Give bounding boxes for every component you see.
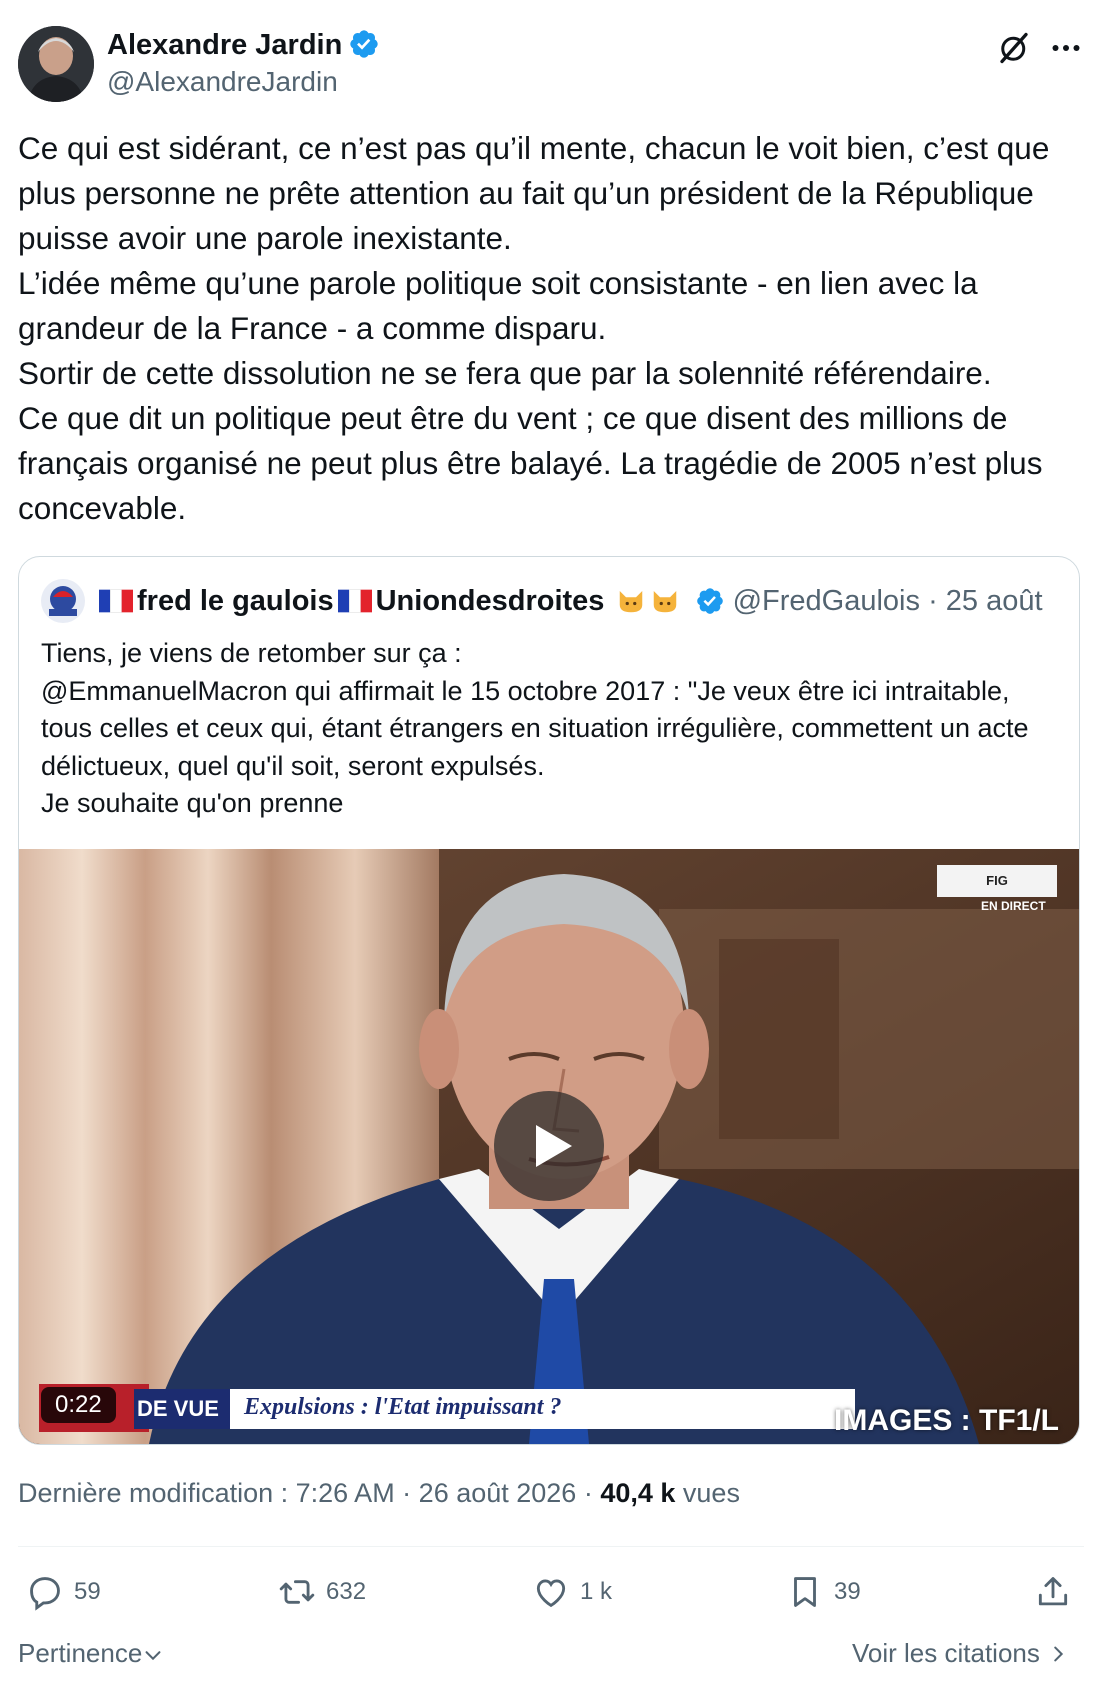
share-button[interactable] [1034,1572,1072,1612]
modified-timestamp[interactable]: Dernière modification : 7:26 AM · 26 aoû… [18,1478,600,1508]
divider [18,1546,1084,1547]
repost-icon [279,1580,315,1604]
grok-icon[interactable] [996,30,1032,66]
verified-badge-icon [696,588,723,614]
quoted-author-name-suffix[interactable]: Uniondesdroites [376,585,605,617]
quoted-tweet-card[interactable]: fred le gaulois Uniondesdroites @FredGaul… [18,556,1080,1445]
author-name[interactable]: Alexandre Jardin [107,28,380,62]
reply-count: 59 [74,1578,101,1605]
cat-emoji-icon [654,591,677,613]
view-quotes-link[interactable]: Voir les citations [852,1638,1069,1669]
author-avatar[interactable] [18,26,94,102]
tv-banner-label: DE VUE [137,1396,219,1421]
quoted-header: fred le gaulois Uniondesdroites @FredGaul… [95,581,1043,621]
tv-banner-title: Expulsions : l'Etat impuissant ? [244,1394,562,1420]
tweet-paragraph: Ce que dit un politique peut être du ven… [18,400,1043,526]
views-count: 40,4 k [600,1478,676,1508]
tweet-text: Ce qui est sidérant, ce n’est pas qu’il … [18,126,1088,531]
france-flag-icon [99,589,133,613]
more-options-icon[interactable] [1048,30,1084,66]
views-label: vues [675,1478,740,1508]
author-handle[interactable]: @AlexandreJardin [107,66,338,98]
chevron-right-icon [1054,1646,1064,1662]
quoted-separator: · [920,585,946,617]
repost-count: 632 [326,1578,367,1605]
quoted-author-handle[interactable]: @FredGaulois [733,585,920,617]
tweet-meta: Dernière modification : 7:26 AM · 26 aoû… [18,1478,740,1509]
quoted-date[interactable]: 25 août [946,585,1043,617]
channel-logo: FIG [937,865,1057,897]
reply-button[interactable]: 59 [26,1572,101,1612]
view-quotes-label: Voir les citations [852,1638,1040,1668]
chevron-down-icon [145,1651,161,1661]
bookmark-count: 39 [834,1578,861,1605]
bookmark-button[interactable]: 39 [786,1572,861,1612]
bookmark-icon [794,1577,816,1607]
quoted-author-avatar[interactable] [41,579,85,623]
like-count: 1 k [580,1578,613,1605]
repost-button[interactable]: 632 [278,1572,366,1612]
play-icon [536,1125,572,1167]
live-label: EN DIRECT [981,899,1046,913]
quoted-author-name[interactable]: fred le gaulois [137,585,334,617]
play-button[interactable] [494,1091,604,1201]
video-duration: 0:22 [41,1387,116,1423]
cat-emoji-icon [620,591,643,613]
sort-dropdown[interactable]: Pertinence [18,1638,164,1669]
heart-icon [536,1579,566,1608]
tweet-paragraph: L’idée même qu’une parole politique soit… [18,265,978,346]
reply-icon [30,1577,60,1611]
quoted-text-line: Tiens, je viens de retomber sur ça : [41,638,462,668]
image-credit: IMAGES : TF1/L [834,1404,1059,1437]
quoted-text-line: @EmmanuelMacron qui affirmait le 15 octo… [41,675,1029,781]
video-player[interactable]: FIG EN DIRECT DE VUE Expulsions : l'Etat… [19,849,1079,1444]
tweet-paragraph: Sortir de cette dissolution ne se fera q… [18,355,992,391]
sort-label: Pertinence [18,1638,143,1668]
tweet-paragraph: Ce qui est sidérant, ce n’est pas qu’il … [18,130,1050,256]
quoted-text-line: Je souhaite qu'on prenne [41,788,344,818]
france-flag-icon [337,589,372,613]
share-icon [1038,1577,1068,1606]
quoted-text: Tiens, je viens de retomber sur ça : @Em… [41,635,1051,823]
verified-badge-icon [350,30,378,58]
like-button[interactable]: 1 k [532,1572,612,1612]
